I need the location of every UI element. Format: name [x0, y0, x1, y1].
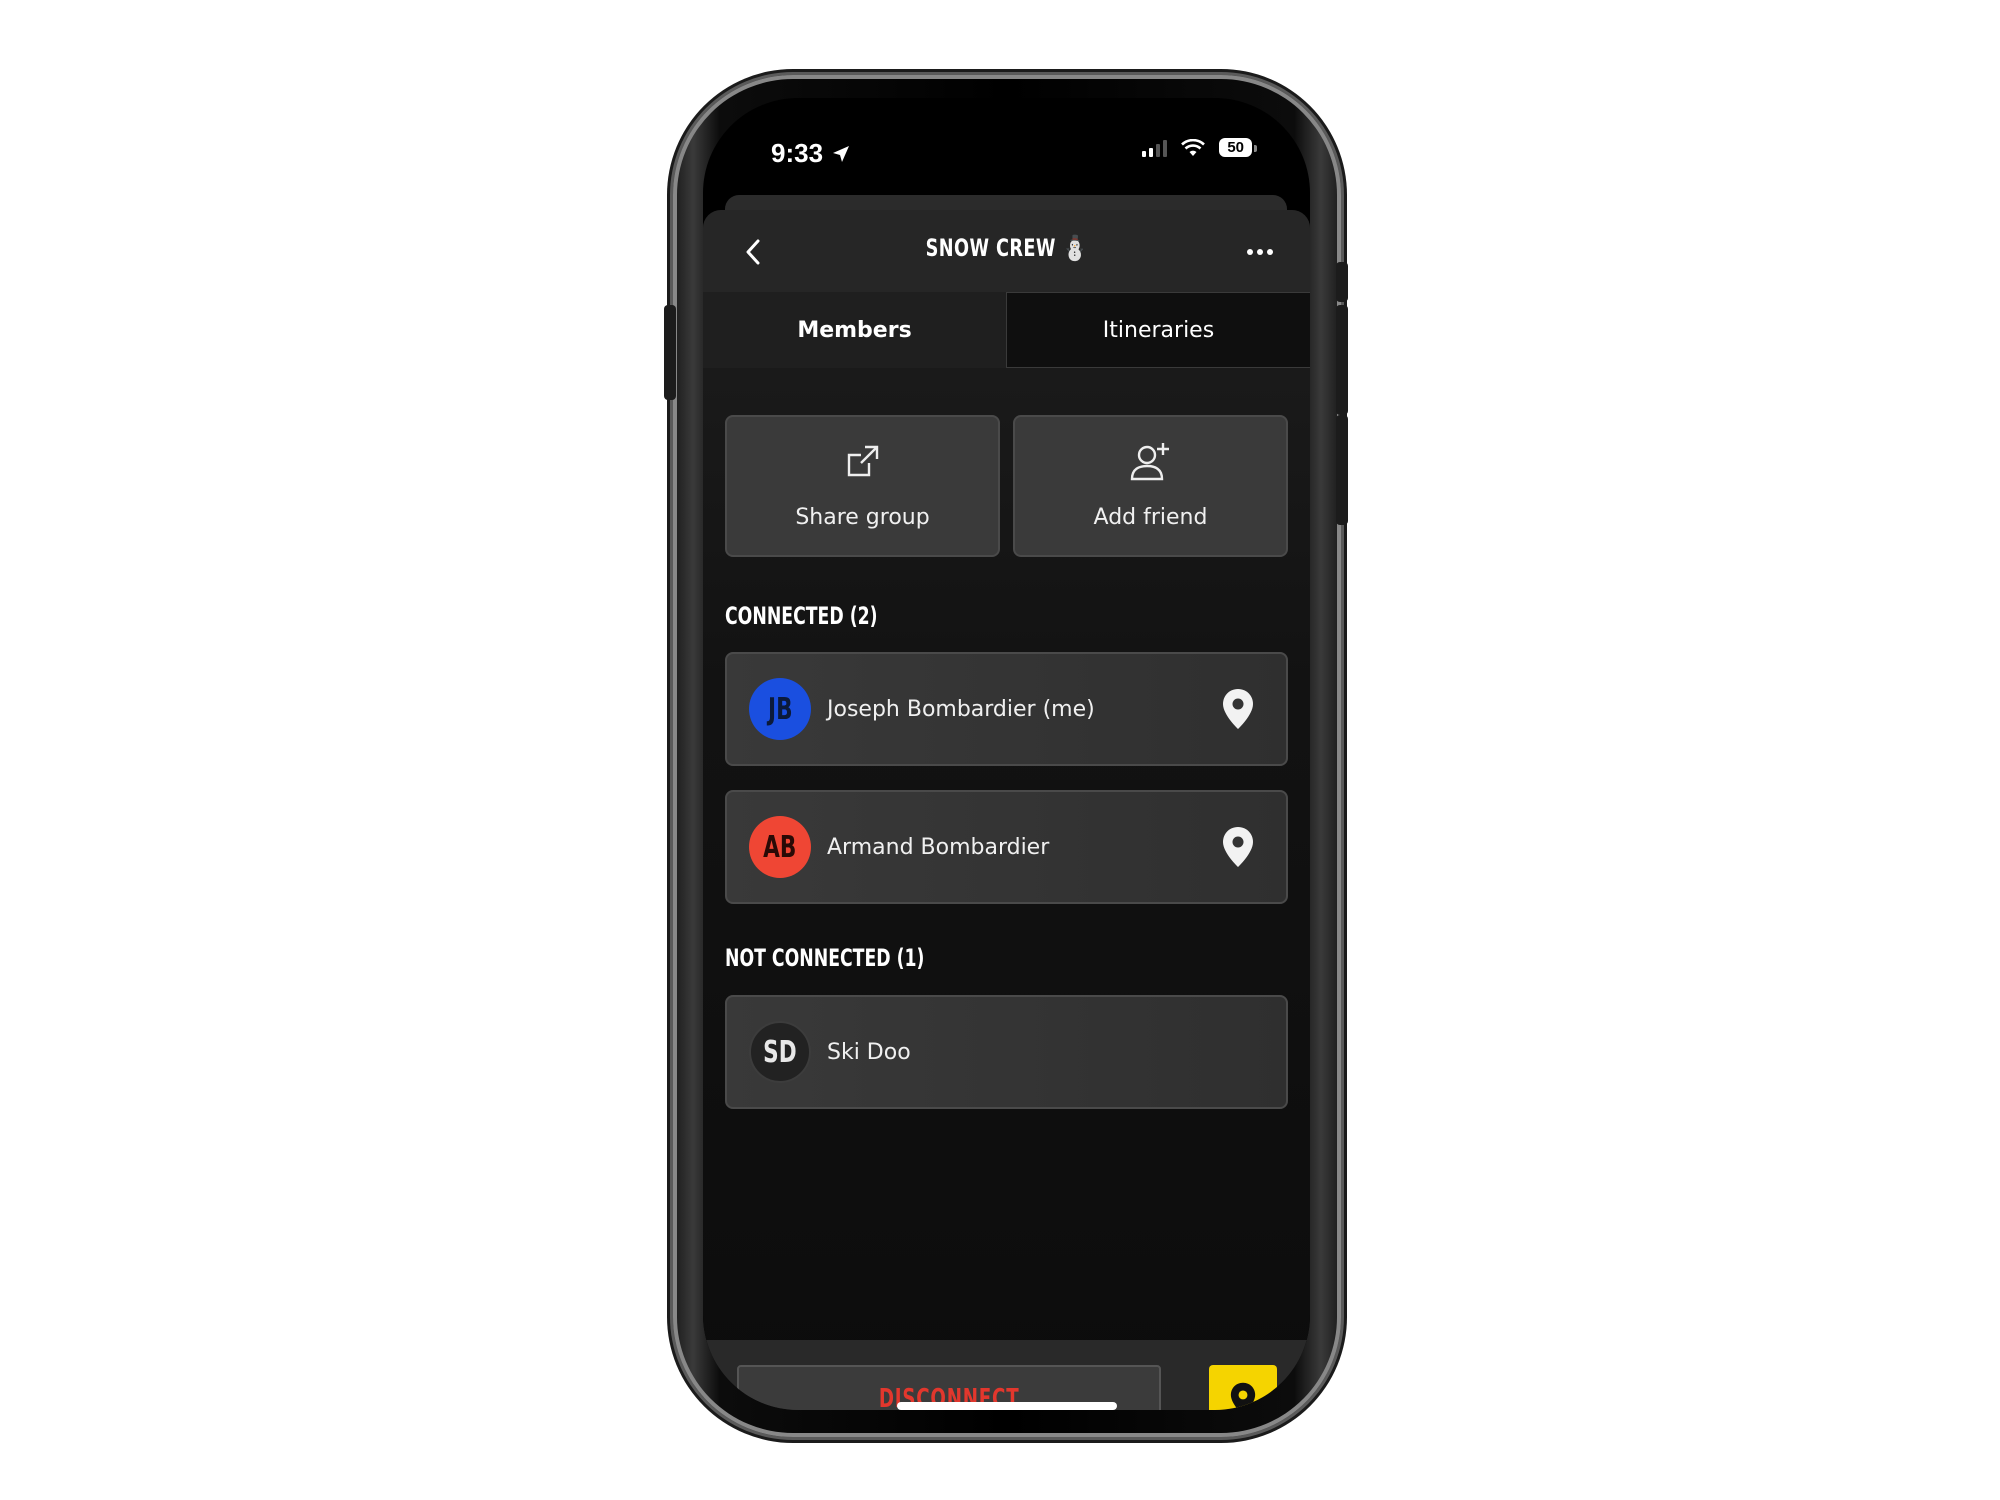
volume-down-button — [1336, 415, 1348, 525]
add-user-icon — [1130, 443, 1169, 481]
connected-section-title: CONNECTED (2) — [725, 602, 878, 630]
share-group-button[interactable]: Share group — [725, 415, 1000, 557]
status-bar-time: 9:33 — [771, 138, 851, 169]
member-row-armand[interactable]: AB Armand Bombardier — [725, 790, 1288, 904]
status-bar-indicators: 50 — [1142, 138, 1257, 157]
map-pin-icon — [1223, 827, 1253, 867]
snowman-emoji: ⛄ — [1062, 234, 1088, 262]
map-pin-icon — [1230, 1382, 1256, 1410]
group-sheet: SNOW CREW ⛄ Members Itineraries Share gr… — [703, 210, 1310, 1410]
not-connected-section-title: NOT CONNECTED (1) — [725, 944, 925, 972]
silent-switch — [664, 305, 676, 400]
status-time-text: 9:33 — [771, 138, 824, 168]
location-arrow-icon — [833, 145, 850, 162]
group-header: SNOW CREW ⛄ — [703, 210, 1310, 292]
map-button[interactable] — [1209, 1365, 1277, 1410]
share-external-icon — [847, 445, 878, 477]
member-row-joseph[interactable]: JB Joseph Bombardier (me) — [725, 652, 1288, 766]
side-button — [1336, 262, 1348, 302]
map-pin-icon — [1223, 689, 1253, 729]
battery-icon: 50 — [1219, 138, 1257, 157]
member-name: Ski Doo — [827, 1039, 911, 1065]
cellular-signal-icon — [1142, 139, 1168, 157]
avatar: JB — [749, 678, 811, 740]
group-title: SNOW CREW ⛄ — [758, 234, 1256, 262]
battery-level: 50 — [1227, 139, 1244, 156]
add-friend-label: Add friend — [1093, 505, 1208, 530]
tab-itineraries[interactable]: Itineraries — [1006, 292, 1310, 368]
group-title-text: SNOW CREW — [925, 234, 1056, 262]
avatar: AB — [749, 816, 811, 878]
tab-members[interactable]: Members — [703, 292, 1006, 368]
share-group-label: Share group — [795, 505, 930, 530]
home-indicator[interactable] — [897, 1402, 1117, 1410]
locate-member-button[interactable] — [1218, 687, 1258, 731]
more-options-button[interactable] — [1238, 234, 1282, 270]
tab-bar: Members Itineraries — [703, 292, 1310, 368]
phone-screen: 9:33 50 SNOW CREW ⛄ Members Itineraries … — [703, 98, 1310, 1410]
avatar: SD — [749, 1021, 811, 1083]
member-name: Joseph Bombardier (me) — [827, 696, 1095, 722]
member-name: Armand Bombardier — [827, 834, 1050, 860]
more-dots-icon — [1247, 249, 1253, 255]
locate-member-button[interactable] — [1218, 825, 1258, 869]
wifi-icon — [1181, 138, 1206, 156]
member-row-ski-doo[interactable]: SD Ski Doo — [725, 995, 1288, 1109]
bottom-action-bar: DISCONNECT — [703, 1340, 1310, 1410]
volume-up-button — [1336, 305, 1348, 415]
add-friend-button[interactable]: Add friend — [1013, 415, 1288, 557]
